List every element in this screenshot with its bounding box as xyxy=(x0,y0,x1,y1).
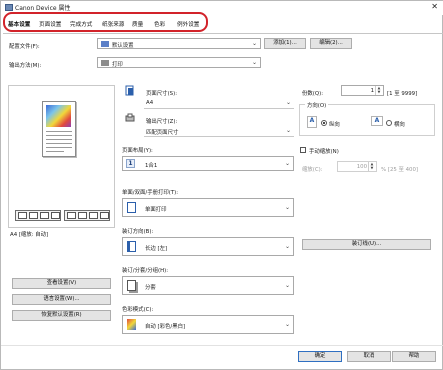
page-layout-value: 1合1 xyxy=(145,163,158,169)
document-icon xyxy=(127,202,136,213)
tab-paper-source[interactable]: 纸张来源 xyxy=(102,20,124,28)
color-mode-label: 色彩模式(C): xyxy=(122,307,154,313)
add-profile-button[interactable]: 添加(1)... xyxy=(264,38,306,49)
scale-range: % [25 至 400] xyxy=(381,167,419,173)
binding-icon xyxy=(127,241,136,252)
tab-finishing[interactable]: 完成方式 xyxy=(70,20,92,28)
scale-spinner[interactable]: 100 ▲ ▼ xyxy=(337,161,377,172)
tab-color[interactable]: 色彩 xyxy=(154,20,165,28)
profile-label: 配置文件(F): xyxy=(9,44,40,50)
output-size-icon xyxy=(125,113,139,126)
profile-select[interactable]: 默认设置 ⌄ xyxy=(97,38,261,49)
binding-value: 长边 [左] xyxy=(145,246,168,252)
binding-label: 装订方向(B): xyxy=(122,229,154,235)
page-preview xyxy=(8,85,115,228)
language-settings-button[interactable]: 语言设置(W)... xyxy=(12,294,111,305)
gutter-button[interactable]: 装订线(U)... xyxy=(302,239,431,250)
window-title: Canon Device 属性 xyxy=(15,5,71,12)
output-size-label: 输出尺寸(Z): xyxy=(146,119,178,125)
chevron-down-icon: ⌄ xyxy=(251,59,257,66)
edit-profile-button[interactable]: 编辑(2)... xyxy=(310,38,352,49)
scale-label: 缩放(C): xyxy=(302,167,323,173)
page-size-icon xyxy=(125,85,139,98)
page-size-value: A4 xyxy=(146,100,154,106)
duplex-label: 单面/双面/手册打印(T): xyxy=(122,190,179,196)
chevron-down-icon: ⌄ xyxy=(285,99,291,106)
color-mode-icon xyxy=(127,319,136,330)
output-method-label: 输出方法(M): xyxy=(9,63,42,69)
finishing-select[interactable]: 分套 ⌄ xyxy=(122,276,294,295)
copies-value: 1 xyxy=(370,88,374,94)
help-button[interactable]: 帮助 xyxy=(392,351,436,362)
chevron-down-icon: ⌄ xyxy=(285,127,291,134)
printer-icon xyxy=(5,4,13,11)
output-method-value: 打印 xyxy=(112,62,123,68)
duplex-value: 单面打印 xyxy=(145,207,167,213)
landscape-label: 横向 xyxy=(394,122,405,128)
cancel-button[interactable]: 取消 xyxy=(347,351,391,362)
preview-paper xyxy=(42,101,76,157)
preview-caption: A4 [缩放: 自动] xyxy=(10,232,49,238)
chevron-down-icon: ⌄ xyxy=(251,40,257,47)
landscape-icon: A xyxy=(371,116,383,126)
output-method-select[interactable]: 打印 ⌄ xyxy=(97,57,261,68)
binding-select[interactable]: 长边 [左] ⌄ xyxy=(122,237,294,256)
color-mode-select[interactable]: 自动 [彩色/黑白] ⌄ xyxy=(122,315,294,334)
output-size-value: 匹配页面尺寸 xyxy=(146,130,179,136)
output-size-select[interactable]: 匹配页面尺寸 ⌄ xyxy=(144,126,294,137)
tab-page-settings[interactable]: 页面设置 xyxy=(39,20,61,28)
chevron-down-icon: ⌄ xyxy=(284,243,290,250)
color-mode-value: 自动 [彩色/黑白] xyxy=(145,324,186,330)
chevron-down-icon: ⌄ xyxy=(284,321,290,328)
portrait-radio[interactable] xyxy=(321,120,327,126)
spinner-arrows-icon[interactable]: ▲ ▼ xyxy=(375,86,382,95)
printer-properties-window: Canon Device 属性 ✕ 基本设置 页面设置 完成方式 纸张来源 质量… xyxy=(0,0,443,370)
page-layout-label: 页面布局(Y): xyxy=(122,148,153,154)
collate-icon xyxy=(127,280,136,291)
scale-value: 100 xyxy=(356,164,367,170)
copies-range: [1 至 9999] xyxy=(387,91,418,97)
copies-spinner[interactable]: 1 ▲ ▼ xyxy=(341,85,384,96)
portrait-icon: A xyxy=(307,116,317,128)
manual-scaling-label: 手动缩放(N) xyxy=(309,149,339,155)
close-icon[interactable]: ✕ xyxy=(431,2,438,11)
spinner-arrows-icon[interactable]: ▲ ▼ xyxy=(368,162,375,171)
page-layout-select[interactable]: 1 1合1 ⌄ xyxy=(122,156,294,171)
orientation-label: 方向(O) xyxy=(305,101,329,109)
finishing-preview-buttons[interactable] xyxy=(64,210,110,221)
copies-label: 份数(Q): xyxy=(302,91,324,97)
layout-preview-buttons[interactable] xyxy=(15,210,61,221)
landscape-radio[interactable] xyxy=(386,120,392,126)
manual-scaling-checkbox[interactable] xyxy=(300,147,306,153)
preview-image xyxy=(46,105,71,127)
finishing-value: 分套 xyxy=(145,285,156,291)
printer-icon xyxy=(101,60,109,66)
page-size-label: 页面尺寸(S): xyxy=(146,91,178,97)
finishing-label: 装订/分套/分组(H): xyxy=(122,268,169,274)
tab-exception-settings[interactable]: 例外设置 xyxy=(177,20,199,28)
portrait-label: 纵向 xyxy=(329,122,340,128)
tab-basic-settings[interactable]: 基本设置 xyxy=(8,20,30,28)
profile-value: 默认设置 xyxy=(112,43,134,49)
chevron-down-icon: ⌄ xyxy=(284,204,290,211)
tab-quality[interactable]: 质量 xyxy=(132,20,143,28)
page-size-select[interactable]: A4 ⌄ xyxy=(144,98,294,109)
profile-icon xyxy=(101,41,109,47)
footer-divider xyxy=(1,345,443,346)
page-layout-badge: 1 xyxy=(126,159,135,168)
ok-button[interactable]: 确定 xyxy=(298,351,342,362)
view-settings-button[interactable]: 查看设置(V) xyxy=(12,278,111,289)
duplex-select[interactable]: 单面打印 ⌄ xyxy=(122,198,294,217)
restore-defaults-button[interactable]: 恢复默认设置(R) xyxy=(12,310,111,321)
chevron-down-icon: ⌄ xyxy=(284,160,290,167)
chevron-down-icon: ⌄ xyxy=(284,282,290,289)
